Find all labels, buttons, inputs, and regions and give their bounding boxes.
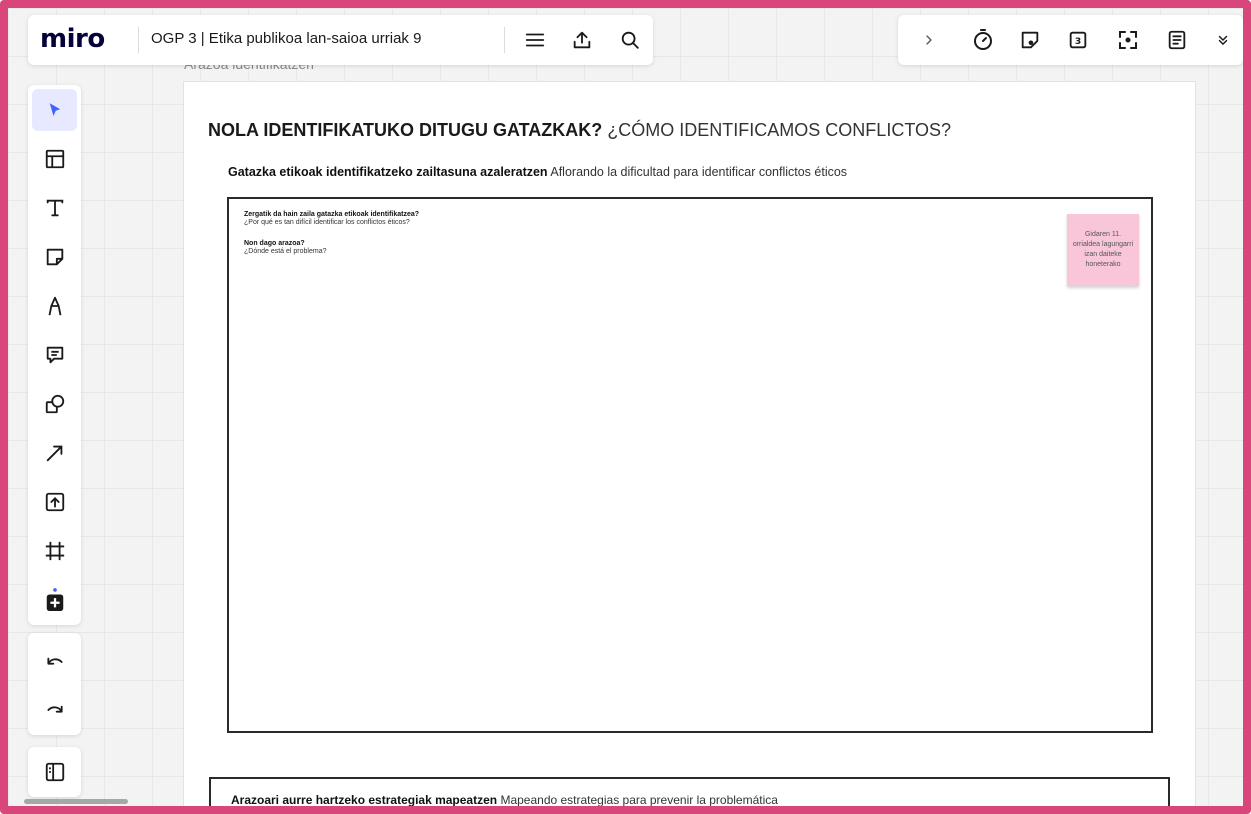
strategies-frame-title[interactable]: Arazoari aurre hartzeko estrategiak mape… [231,793,778,807]
board-title[interactable]: NOLA IDENTIFIKATUKO DITUGU GATAZKAK? ¿CÓ… [208,120,951,141]
text-icon[interactable] [32,187,77,229]
frame-icon[interactable] [32,530,77,572]
undo-icon[interactable] [32,641,77,683]
left-toolbar [28,85,81,625]
sidebar-panel-icon[interactable] [32,751,77,793]
divider [138,27,139,53]
more-apps-icon[interactable] [32,579,77,621]
templates-icon[interactable] [32,138,77,180]
board-frame[interactable]: NOLA IDENTIFIKATUKO DITUGU GATAZKAK? ¿CÓ… [183,81,1196,806]
divider [504,27,505,53]
title-spanish: ¿CÓMO IDENTIFICAMOS CONFLICTOS? [607,120,951,140]
chevron-double-down-icon[interactable] [1208,25,1238,55]
chevron-right-icon[interactable] [914,25,944,55]
board-name[interactable]: OGP 3 | Etika publikoa lan-saioa urriak … [151,30,421,47]
question-2-basque: Non dago arazoa? [244,240,305,247]
vote-icon[interactable]: 3 [1063,25,1093,55]
upload-icon[interactable] [567,25,597,55]
upload-icon[interactable] [32,481,77,523]
notes-icon[interactable] [1162,25,1192,55]
question-1[interactable]: Zergatik da hain zaila gatazka etikoak i… [244,211,419,227]
question-1-basque: Zergatik da hain zaila gatazka etikoak i… [244,211,420,218]
panel-toggle [28,747,81,797]
horizontal-scrollbar[interactable] [24,799,128,804]
comment-icon[interactable] [32,334,77,376]
subtitle-spanish: Aflorando la dificultad para identificar… [550,165,848,179]
sticky-note-icon[interactable] [32,236,77,278]
question-1-spanish: ¿Por qué es tan difícil identificar los … [244,219,410,226]
board-canvas[interactable]: Arazoa identifikatzen NOLA IDENTIFIKATUK… [8,8,1243,806]
screenshot-frame: Arazoa identifikatzen NOLA IDENTIFIKATUK… [0,0,1251,814]
sticky-note[interactable]: Gidaren 11. orrialdea lagungarri izan da… [1067,214,1139,286]
sticker-icon[interactable] [1015,25,1045,55]
timer-icon[interactable] [968,25,998,55]
search-icon[interactable] [615,25,645,55]
pen-icon[interactable] [32,285,77,327]
subtitle-basque: Gatazka etikoak identifikatzeko zailtasu… [228,165,548,179]
menu-icon[interactable] [520,25,550,55]
redo-icon[interactable] [32,689,77,731]
strategies-title-basque: Arazoari aurre hartzeko estrategiak mape… [231,793,498,807]
select-cursor-icon[interactable] [32,89,77,131]
strategies-frame[interactable]: Arazoari aurre hartzeko estrategiak mape… [209,777,1170,807]
strategies-title-spanish: Mapeando estrategias para prevenir la pr… [500,793,778,807]
undo-redo-panel [28,633,81,735]
board-subtitle[interactable]: Gatazka etikoak identifikatzeko zailtasu… [228,165,847,179]
svg-text:3: 3 [1075,36,1081,47]
title-basque: NOLA IDENTIFIKATUKO DITUGU GATAZKAK? [208,120,603,140]
question-2[interactable]: Non dago arazoa? ¿Dónde está el problema… [244,240,327,256]
shapes-icon[interactable] [32,383,77,425]
answer-frame[interactable]: Zergatik da hain zaila gatazka etikoak i… [227,197,1153,733]
connector-arrow-icon[interactable] [32,432,77,474]
miro-logo[interactable]: miro [40,24,105,54]
question-2-spanish: ¿Dónde está el problema? [244,248,327,255]
focus-icon[interactable] [1113,25,1143,55]
top-bar-left: miro OGP 3 | Etika publikoa lan-saioa ur… [28,15,653,65]
top-bar-right: 3 [898,15,1243,65]
